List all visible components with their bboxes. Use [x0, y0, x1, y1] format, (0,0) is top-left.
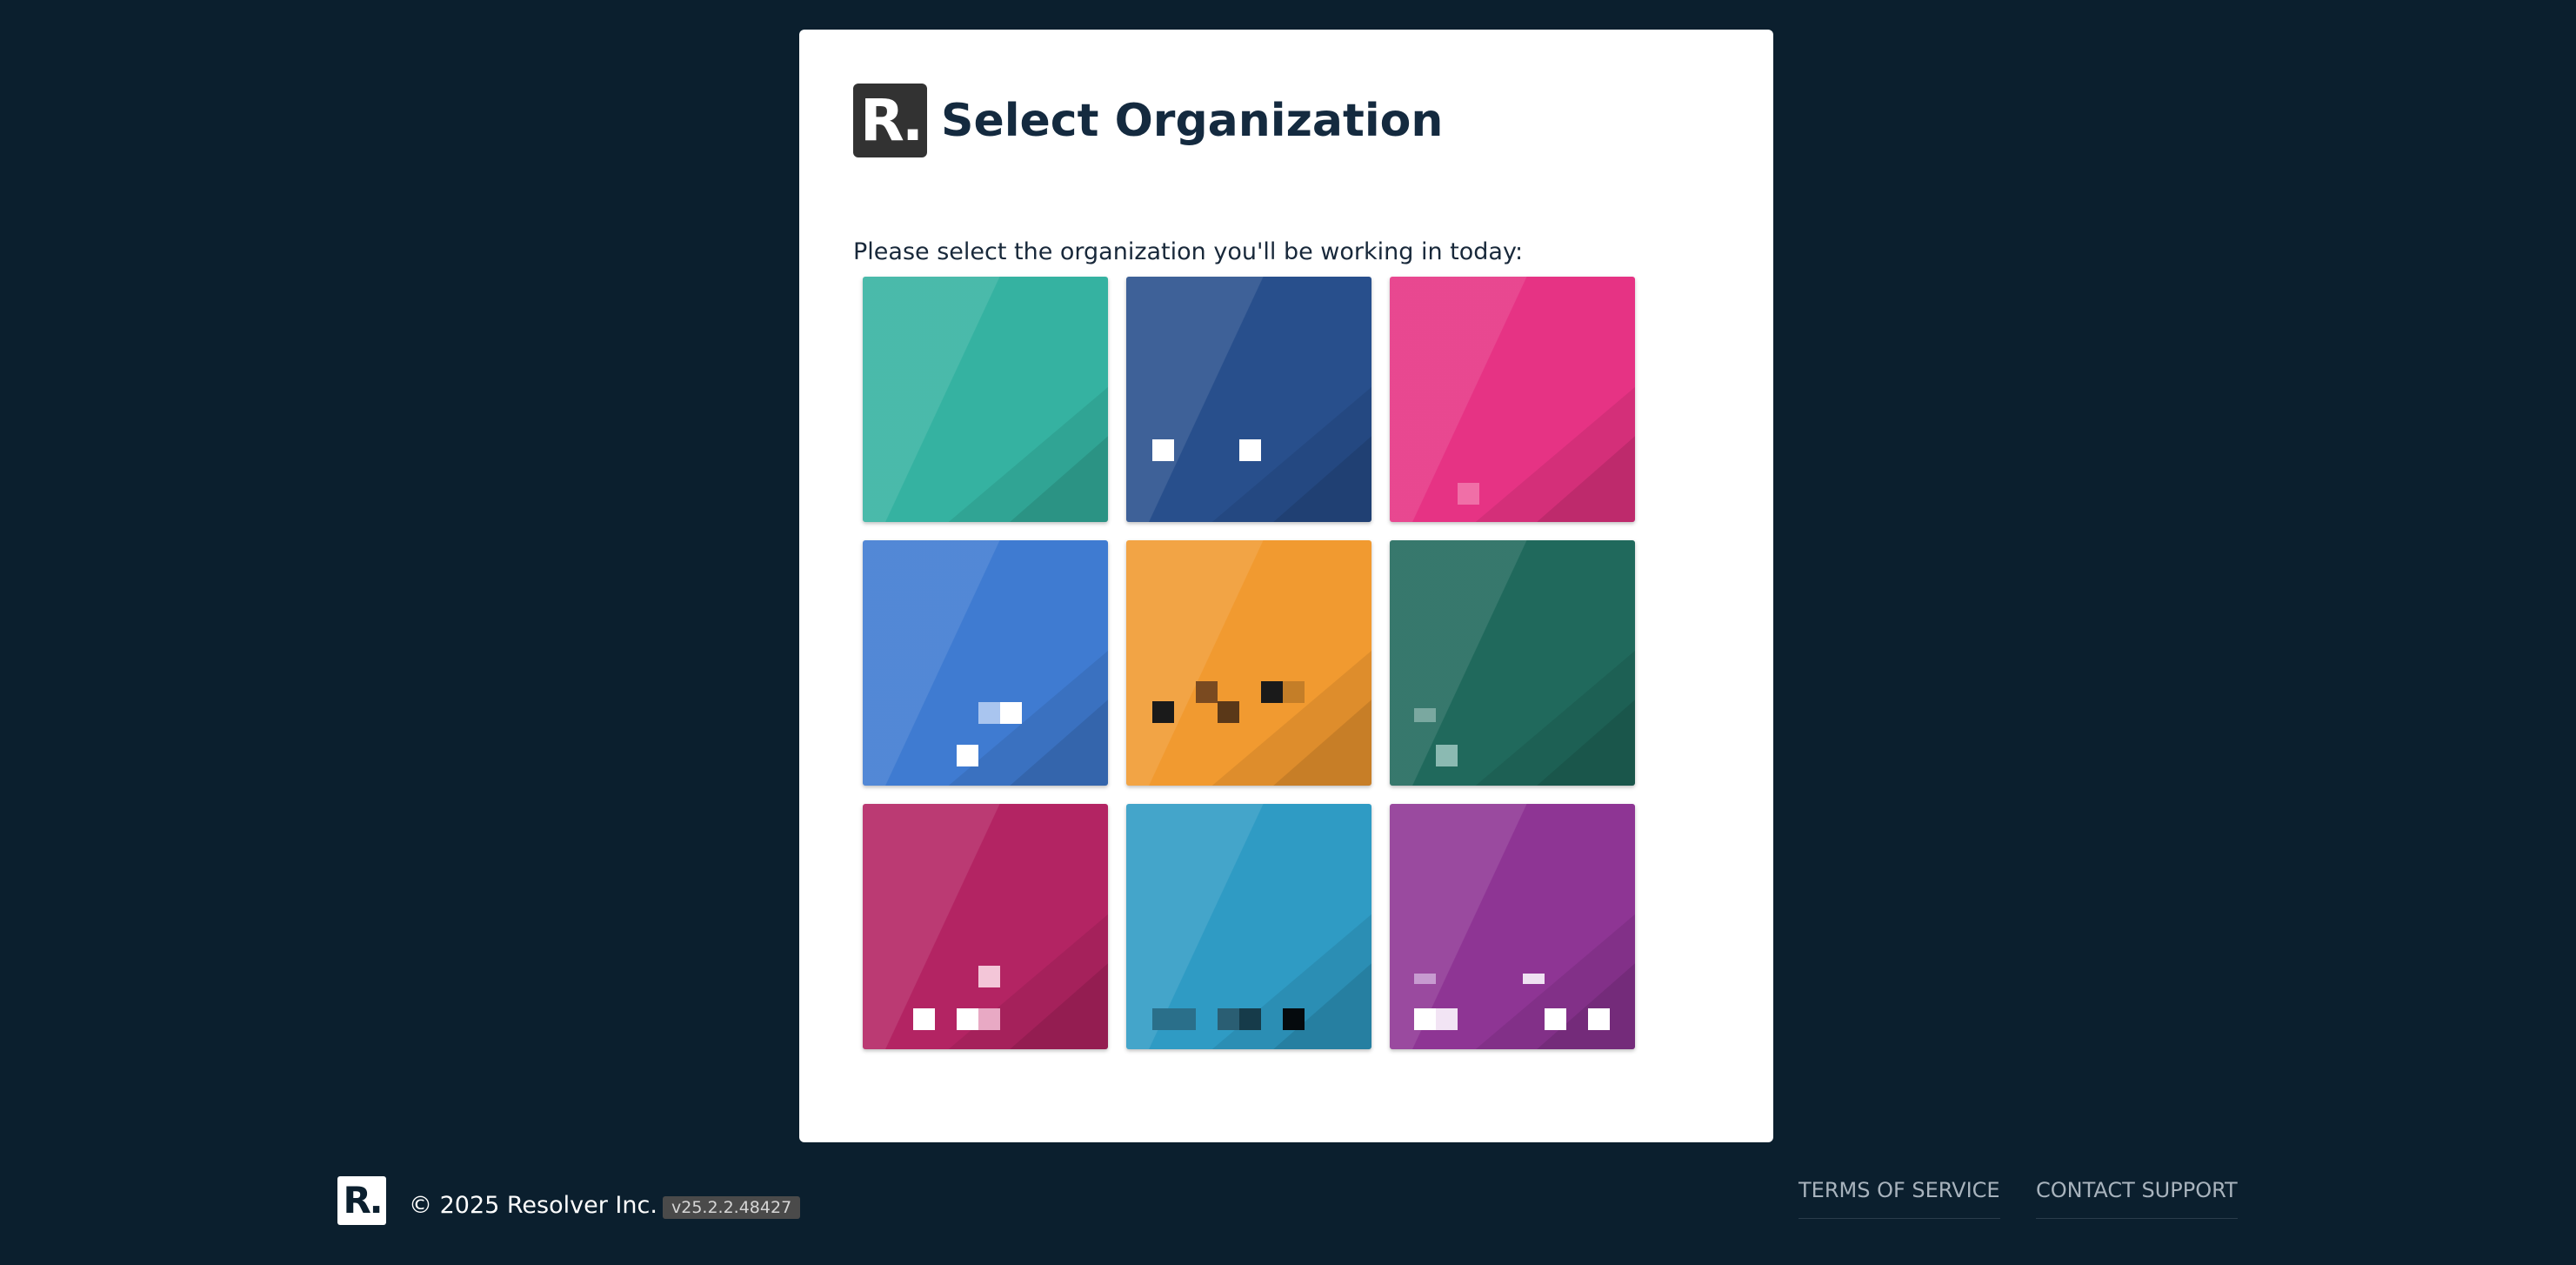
redacted-pixel	[1152, 439, 1174, 461]
redacted-pixel	[978, 1008, 1000, 1030]
terms-of-service-link[interactable]: TERMS OF SERVICE	[1799, 1178, 2000, 1219]
redacted-pixel	[978, 702, 1000, 724]
redacted-pixel	[1545, 1008, 1566, 1030]
page-title: Select Organization	[941, 94, 1444, 147]
redacted-pixel	[1283, 1008, 1305, 1030]
redacted-pixel	[1414, 974, 1436, 984]
organization-tile-8[interactable]	[1126, 804, 1371, 1049]
redacted-pixel	[1283, 681, 1305, 703]
redacted-pixel	[1588, 1008, 1610, 1030]
redacted-pixel	[1218, 701, 1239, 723]
redacted-pixel	[1436, 1008, 1458, 1030]
organization-tile-6[interactable]	[1390, 540, 1635, 786]
redacted-pixel	[978, 966, 1000, 987]
organization-tile-9[interactable]	[1390, 804, 1635, 1049]
redacted-pixel	[1436, 745, 1458, 766]
redacted-pixel	[1152, 1008, 1196, 1030]
redacted-pixel	[1414, 1008, 1436, 1030]
redacted-pixel	[957, 745, 978, 766]
card-header: R. Select Organization	[853, 84, 1443, 157]
redacted-pixel	[1523, 974, 1545, 984]
redacted-pixel	[1239, 1008, 1261, 1030]
redacted-pixel	[1458, 483, 1479, 505]
redacted-pixel	[1196, 681, 1218, 703]
redacted-pixel	[1218, 1008, 1239, 1030]
redacted-pixel	[957, 1008, 978, 1030]
version-badge: v25.2.2.48427	[663, 1196, 801, 1219]
redacted-pixel	[1239, 439, 1261, 461]
redacted-pixel	[1414, 708, 1436, 722]
redacted-pixel	[913, 1008, 935, 1030]
organization-tile-3[interactable]	[1390, 277, 1635, 522]
redacted-pixel	[1000, 702, 1022, 724]
footer-logo-icon: R.	[337, 1176, 386, 1225]
resolver-logo-icon: R.	[853, 84, 927, 157]
organization-tile-1[interactable]	[863, 277, 1108, 522]
redacted-pixel	[1261, 681, 1283, 703]
contact-support-link[interactable]: CONTACT SUPPORT	[2036, 1178, 2238, 1219]
org-select-card: R. Select Organization Please select the…	[799, 30, 1773, 1142]
redacted-pixel	[1152, 701, 1174, 723]
organization-tile-7[interactable]	[863, 804, 1108, 1049]
instructions-text: Please select the organization you'll be…	[853, 238, 1524, 265]
copyright-text: © 2025 Resolver Inc.	[409, 1192, 657, 1219]
organization-tile-2[interactable]	[1126, 277, 1371, 522]
organization-grid	[863, 277, 1635, 1049]
organization-tile-4[interactable]	[863, 540, 1108, 786]
organization-tile-5[interactable]	[1126, 540, 1371, 786]
